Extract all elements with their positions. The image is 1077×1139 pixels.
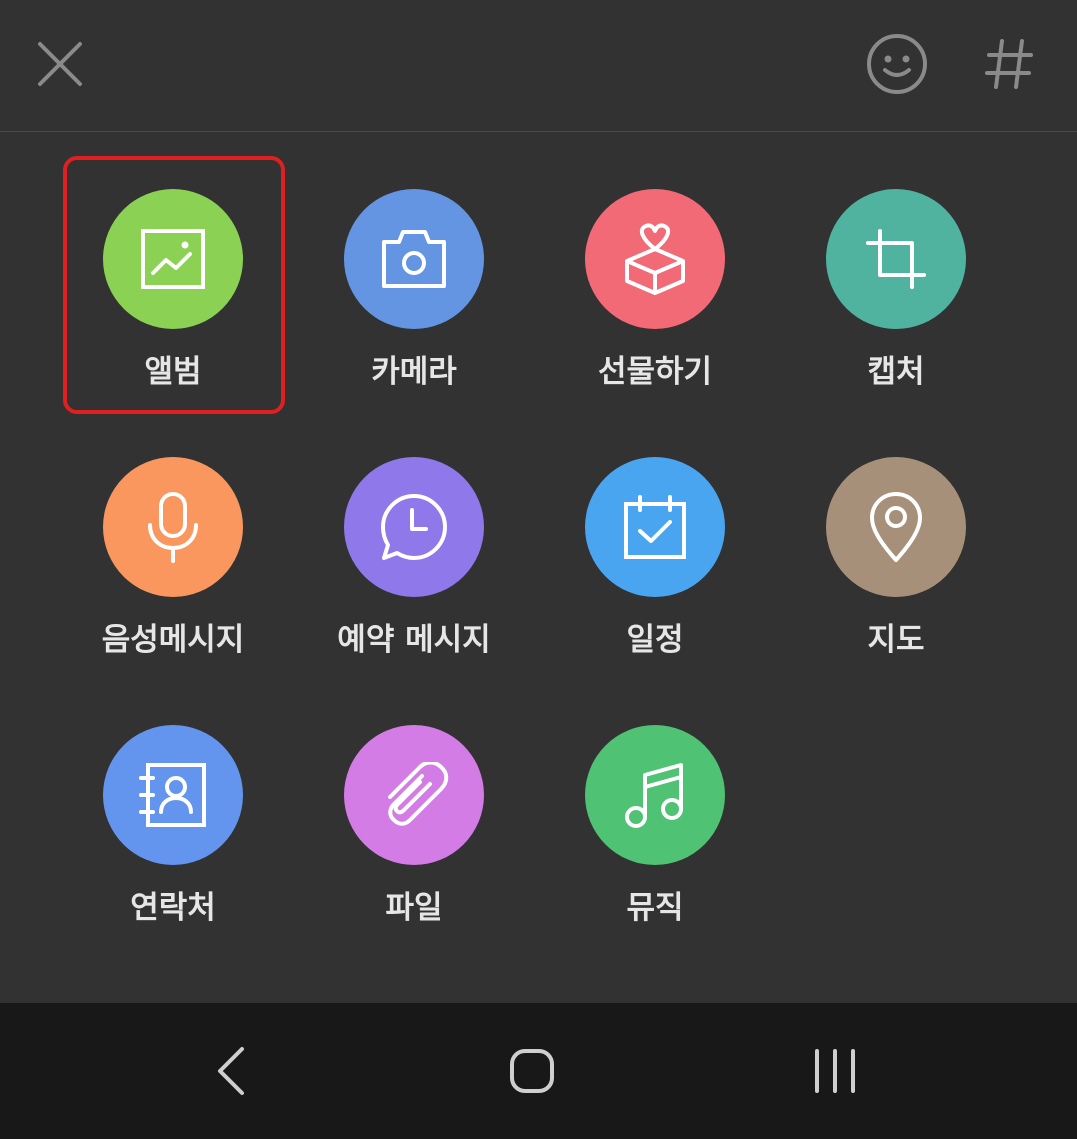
contact-circle	[103, 725, 243, 865]
calendar-check-icon	[623, 494, 687, 560]
attach-capture-button[interactable]: 캡처	[776, 189, 1016, 449]
hashtag-icon[interactable]	[984, 38, 1034, 90]
back-icon[interactable]	[214, 1045, 248, 1097]
paperclip-icon	[378, 762, 450, 828]
capture-circle	[826, 189, 966, 329]
music-note-icon	[623, 761, 687, 829]
attach-gift-button[interactable]: 선물하기	[535, 189, 775, 449]
schedule-label: 일정	[626, 622, 684, 658]
music-circle	[585, 725, 725, 865]
top-bar	[0, 0, 1077, 132]
gift-box-icon	[622, 223, 688, 295]
attach-voice-message-button[interactable]: 음성메시지	[53, 457, 293, 717]
attach-schedule-button[interactable]: 일정	[535, 457, 775, 717]
image-icon	[140, 228, 206, 290]
music-label: 뮤직	[626, 890, 684, 926]
microphone-icon	[145, 491, 201, 563]
voice-message-circle	[103, 457, 243, 597]
album-label: 앨범	[144, 354, 202, 390]
contact-book-icon	[137, 762, 209, 828]
map-pin-icon	[868, 491, 924, 563]
map-label: 지도	[867, 622, 925, 658]
attachment-panel: 앨범 카메라 선물하기 캡처 음성메시지 예약 메시지 일정 지도 연락처 파일…	[0, 0, 1077, 1139]
camera-icon	[381, 228, 447, 290]
schedule-circle	[585, 457, 725, 597]
camera-circle	[344, 189, 484, 329]
voice-message-label: 음성메시지	[101, 622, 245, 658]
attach-file-button[interactable]: 파일	[294, 725, 534, 985]
contact-label: 연락처	[130, 890, 216, 926]
camera-label: 카메라	[371, 354, 457, 390]
attach-map-button[interactable]: 지도	[776, 457, 1016, 717]
gift-circle	[585, 189, 725, 329]
attach-camera-button[interactable]: 카메라	[294, 189, 534, 449]
recents-icon[interactable]	[812, 1048, 858, 1094]
crop-icon	[865, 228, 927, 290]
scheduled-message-label: 예약 메시지	[337, 622, 491, 658]
navigation-bar	[0, 1003, 1077, 1139]
clock-bubble-icon	[379, 492, 449, 562]
close-icon[interactable]	[36, 40, 84, 88]
file-label: 파일	[385, 890, 443, 926]
attach-scheduled-message-button[interactable]: 예약 메시지	[294, 457, 534, 717]
attach-contact-button[interactable]: 연락처	[53, 725, 293, 985]
scheduled-message-circle	[344, 457, 484, 597]
attach-music-button[interactable]: 뮤직	[535, 725, 775, 985]
file-circle	[344, 725, 484, 865]
gift-label: 선물하기	[597, 354, 713, 390]
home-icon[interactable]	[509, 1048, 555, 1094]
attach-album-button[interactable]: 앨범	[53, 189, 293, 449]
capture-label: 캡처	[867, 354, 925, 390]
map-circle	[826, 457, 966, 597]
emoticon-icon[interactable]	[866, 33, 928, 95]
album-circle	[103, 189, 243, 329]
